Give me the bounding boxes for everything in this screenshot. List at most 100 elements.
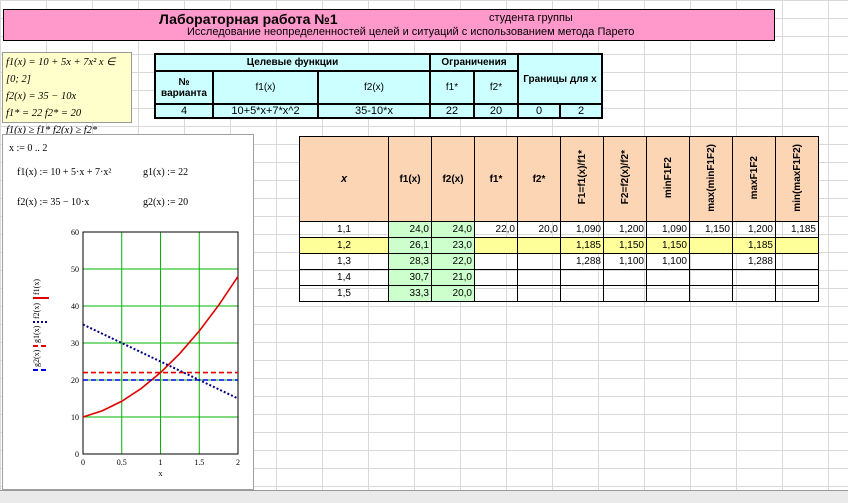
y-tick-label: 60 <box>71 228 79 237</box>
f1-header[interactable]: f1(x) <box>212 70 319 105</box>
cell-x[interactable]: 1,2 <box>299 237 389 254</box>
cell-f1[interactable]: 24,0 <box>388 221 432 238</box>
legend-label: f1(x) <box>32 279 41 295</box>
f1-formula-cell[interactable]: 10+5*x+7*x^2 <box>212 103 319 119</box>
cell-min-max[interactable] <box>775 269 819 286</box>
cell-f1[interactable]: 28,3 <box>388 253 432 270</box>
cell-min-max[interactable] <box>775 237 819 254</box>
cell-max-min[interactable] <box>689 269 733 286</box>
x-tick-label: 0.5 <box>117 458 127 467</box>
cell-max-min[interactable] <box>689 237 733 254</box>
cell-maxF1F2[interactable]: 1,288 <box>732 253 776 270</box>
cell-maxF1F2[interactable]: 1,200 <box>732 221 776 238</box>
cell-f2-star[interactable] <box>517 237 561 254</box>
goal-functions-header[interactable]: Целевые функции <box>154 53 431 72</box>
cell-min-max[interactable]: 1,185 <box>775 221 819 238</box>
sheet-tabs-bar[interactable] <box>0 490 848 503</box>
cell-F2[interactable] <box>603 269 647 286</box>
col-header-f1[interactable]: f1(x) <box>399 174 420 185</box>
cell-f2[interactable]: 24,0 <box>431 221 475 238</box>
variant-cell[interactable]: 4 <box>154 103 214 119</box>
f1-star-header[interactable]: f1* <box>429 70 475 105</box>
cell-F2[interactable]: 1,200 <box>603 221 647 238</box>
cell-F1[interactable] <box>560 269 604 286</box>
cell-minF1F2[interactable]: 1,100 <box>646 253 690 270</box>
table-row: 1,1 24,0 24,0 22,0 20,0 1,090 1,200 1,09… <box>299 221 819 238</box>
page-title: Лабораторная работа №1 <box>159 11 338 27</box>
legend-label: g2(x) <box>32 349 41 367</box>
cell-f2[interactable]: 23,0 <box>431 237 475 254</box>
f2-def: f2(x) := 35 − 10·x <box>17 197 90 208</box>
cell-minF1F2[interactable]: 1,090 <box>646 221 690 238</box>
cell-f1-star[interactable] <box>474 269 518 286</box>
cell-max-min[interactable] <box>689 285 733 302</box>
f2-star-header[interactable]: f2* <box>473 70 519 105</box>
cell-f2-star[interactable] <box>517 285 561 302</box>
x-tick-label: 1 <box>159 458 163 467</box>
cell-x[interactable]: 1,4 <box>299 269 389 286</box>
cell-f1-star[interactable] <box>474 253 518 270</box>
cell-F1[interactable]: 1,288 <box>560 253 604 270</box>
cell-F1[interactable] <box>560 285 604 302</box>
formula-line-1: f1(x) = 10 + 5x + 7x² x ∈ [0; 2] <box>6 57 116 85</box>
col-header-f2-star[interactable]: f2* <box>533 174 546 185</box>
student-label: студента группы <box>489 12 573 24</box>
f2-formula-cell[interactable]: 35-10*x <box>317 103 431 119</box>
cell-F2[interactable]: 1,150 <box>603 237 647 254</box>
y-tick-label: 40 <box>71 302 79 311</box>
x-from-cell[interactable]: 0 <box>517 103 561 119</box>
cell-f1-star[interactable] <box>474 237 518 254</box>
pareto-chart[interactable]: 0 0.5 1 1.5 20102030405060xf1(x)f2(x)g1(x)g2… <box>25 219 247 485</box>
col-header-minF1F2[interactable]: minF1F2 <box>663 157 674 198</box>
col-header-F1[interactable]: F1=f1(x)/f1* <box>577 150 588 204</box>
col-header-F2[interactable]: F2=f2(x)/f2* <box>620 150 631 204</box>
col-header-f1-star[interactable]: f1* <box>490 174 503 185</box>
cell-minF1F2[interactable] <box>646 285 690 302</box>
cell-x[interactable]: 1,1 <box>299 221 389 238</box>
y-tick-label: 0 <box>75 450 79 459</box>
col-header-f2[interactable]: f2(x) <box>442 174 463 185</box>
cell-maxF1F2[interactable] <box>732 269 776 286</box>
col-header-x[interactable]: x <box>341 173 347 185</box>
cell-f1[interactable]: 30,7 <box>388 269 432 286</box>
mathcad-panel[interactable]: x := 0 .. 2 f1(x) := 10 + 5·x + 7·x² g1(… <box>2 134 254 490</box>
cell-f2-star[interactable]: 20,0 <box>517 221 561 238</box>
cell-F2[interactable]: 1,100 <box>603 253 647 270</box>
cell-min-max[interactable] <box>775 253 819 270</box>
cell-f2[interactable]: 22,0 <box>431 253 475 270</box>
cell-f1[interactable]: 33,3 <box>388 285 432 302</box>
cell-f1[interactable]: 26,1 <box>388 237 432 254</box>
cell-min-max[interactable] <box>775 285 819 302</box>
cell-max-min[interactable]: 1,150 <box>689 221 733 238</box>
cell-f2[interactable]: 20,0 <box>431 285 475 302</box>
variant-header[interactable]: № варианта <box>154 70 214 105</box>
cell-F2[interactable] <box>603 285 647 302</box>
params-table: Целевые функции Ограничения Границы для … <box>154 53 603 119</box>
col-header-maxF1F2[interactable]: maxF1F2 <box>749 156 760 199</box>
cell-max-min[interactable] <box>689 253 733 270</box>
formula-line-3: f1* = 22 f2* = 20 <box>6 108 82 119</box>
f2-star-cell[interactable]: 20 <box>473 103 519 119</box>
cell-f1-star[interactable] <box>474 285 518 302</box>
cell-minF1F2[interactable]: 1,150 <box>646 237 690 254</box>
cell-minF1F2[interactable] <box>646 269 690 286</box>
cell-f2-star[interactable] <box>517 269 561 286</box>
cell-f1-star[interactable]: 22,0 <box>474 221 518 238</box>
formula-box[interactable]: f1(x) = 10 + 5x + 7x² x ∈ [0; 2] f2(x) =… <box>2 52 132 136</box>
f1-star-cell[interactable]: 22 <box>429 103 475 119</box>
cell-f2-star[interactable] <box>517 253 561 270</box>
cell-maxF1F2[interactable] <box>732 285 776 302</box>
cell-x[interactable]: 1,5 <box>299 285 389 302</box>
col-header-max-min[interactable]: max(minF1F2) <box>706 144 717 212</box>
constraints-header[interactable]: Ограничения <box>429 53 519 72</box>
cell-F1[interactable]: 1,090 <box>560 221 604 238</box>
cell-x[interactable]: 1,3 <box>299 253 389 270</box>
bounds-header[interactable]: Границы для x <box>517 53 603 105</box>
f2-header[interactable]: f2(x) <box>317 70 431 105</box>
cell-maxF1F2[interactable]: 1,185 <box>732 237 776 254</box>
f1-def: f1(x) := 10 + 5·x + 7·x² <box>17 167 112 178</box>
x-to-cell[interactable]: 2 <box>559 103 603 119</box>
cell-F1[interactable]: 1,185 <box>560 237 604 254</box>
col-header-min-max[interactable]: min(maxF1F2) <box>792 144 803 212</box>
cell-f2[interactable]: 21,0 <box>431 269 475 286</box>
